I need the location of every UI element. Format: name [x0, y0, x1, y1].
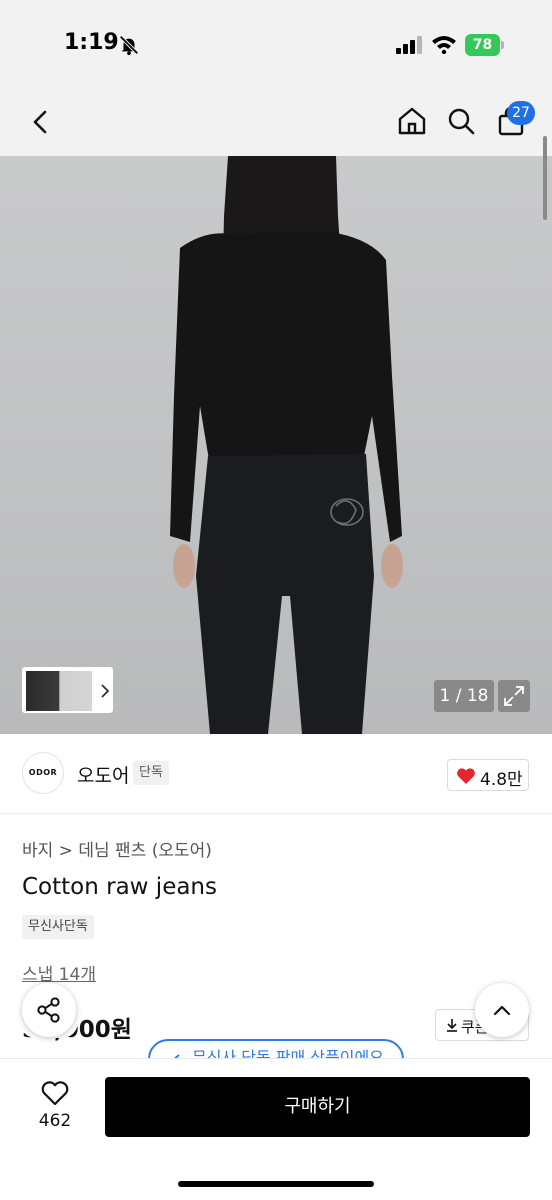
wifi-icon — [432, 36, 456, 54]
product-title: Cotton raw jeans — [22, 874, 217, 900]
brand-logo[interactable]: ODOR — [22, 752, 64, 794]
expand-icon — [504, 686, 524, 706]
nav-bar — [0, 90, 552, 156]
breadcrumb[interactable]: 바지 > 데님 팬츠 (오도어) — [22, 836, 212, 861]
battery-tip — [501, 41, 504, 49]
cart-count-badge: 27 — [507, 101, 535, 125]
buy-button[interactable]: 구매하기 — [105, 1077, 530, 1137]
battery-indicator: 78 — [465, 34, 505, 56]
wishlist-heart-icon[interactable] — [40, 1079, 70, 1107]
signal-icon — [396, 36, 422, 54]
brand-name[interactable]: 오도어 — [77, 761, 129, 788]
snap-link[interactable]: 스냅 14개 — [22, 960, 96, 985]
brand-like-button[interactable]: 4.8만 — [447, 759, 529, 791]
home-indicator — [178, 1181, 374, 1187]
product-photo — [170, 156, 403, 734]
back-arrow-icon[interactable] — [26, 106, 54, 138]
scroll-top-button[interactable] — [475, 983, 529, 1037]
download-icon — [447, 1019, 457, 1032]
expand-button[interactable] — [498, 680, 530, 712]
image-page-counter: 1 / 18 — [434, 680, 494, 712]
brand-row: ODOR 오도어 단독 4.8만 — [0, 734, 552, 814]
exclusive-badge: 무신사단독 — [22, 915, 94, 939]
chevron-right-icon[interactable] — [99, 683, 111, 699]
share-button[interactable] — [22, 983, 76, 1037]
status-bar: 1:19 78 — [0, 0, 552, 90]
wishlist-count: 462 — [38, 1111, 72, 1131]
battery-level: 78 — [465, 34, 500, 56]
brand-exclusive-tag: 단독 — [133, 761, 169, 785]
brand-like-count: 4.8만 — [480, 770, 523, 790]
bell-slash-icon — [119, 35, 139, 56]
share-icon — [37, 997, 60, 1023]
chevron-up-icon — [493, 1005, 511, 1016]
thumbnail-image[interactable] — [26, 671, 92, 711]
search-icon[interactable] — [445, 105, 477, 137]
scroll-indicator — [543, 136, 547, 220]
thumbnail-strip[interactable] — [22, 667, 113, 713]
heart-icon — [457, 768, 475, 784]
status-time: 1:19 — [64, 30, 119, 55]
home-icon[interactable] — [396, 105, 428, 137]
bottom-purchase-bar: 462 구매하기 — [0, 1058, 552, 1200]
product-image[interactable] — [0, 156, 552, 734]
